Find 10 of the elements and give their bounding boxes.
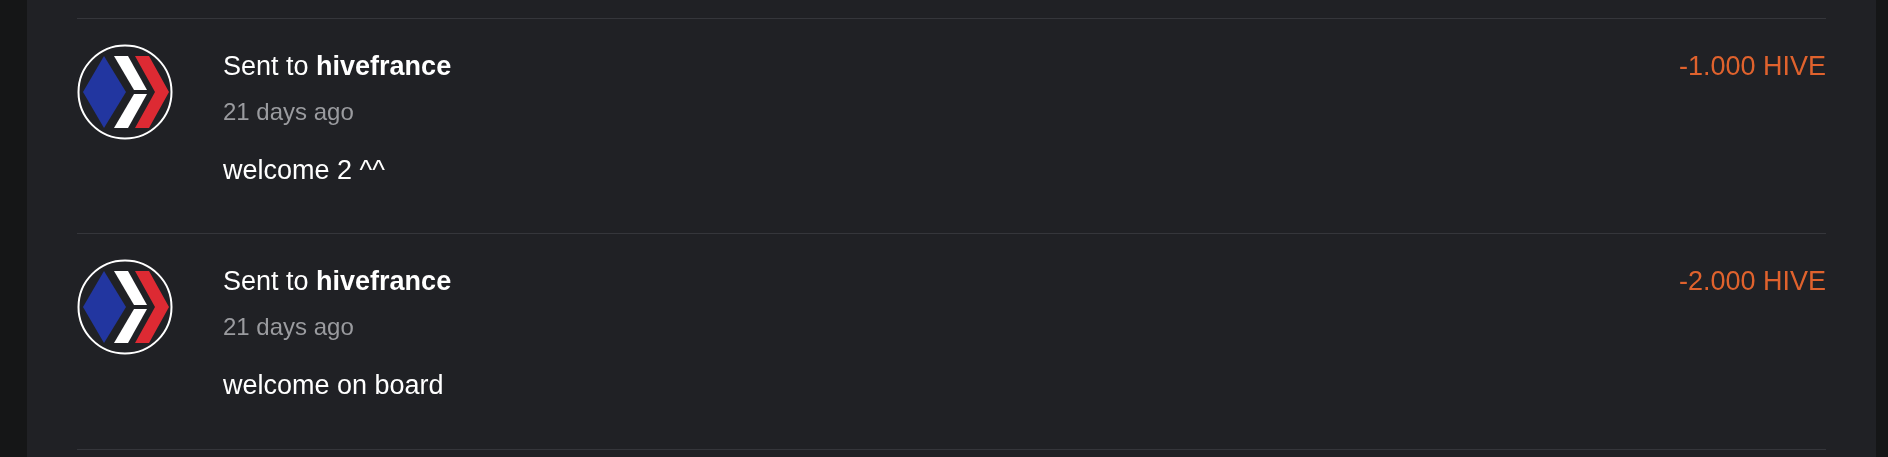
- transaction-amount: -2.000 HIVE: [1678, 265, 1826, 298]
- hive-logo-icon: [77, 44, 173, 140]
- hive-logo-icon: [77, 259, 173, 355]
- transaction-amount: -1.000 HIVE: [1678, 50, 1826, 83]
- transaction-time: 21 days ago: [223, 97, 355, 127]
- transaction-memo: welcome on board: [223, 369, 445, 402]
- transaction-title: Sent to hivefrance: [223, 50, 453, 83]
- transaction-title: Sent to hivefrance: [223, 265, 453, 298]
- transaction-memo: welcome 2 ^^: [223, 154, 386, 187]
- transaction-time: 21 days ago: [223, 312, 355, 342]
